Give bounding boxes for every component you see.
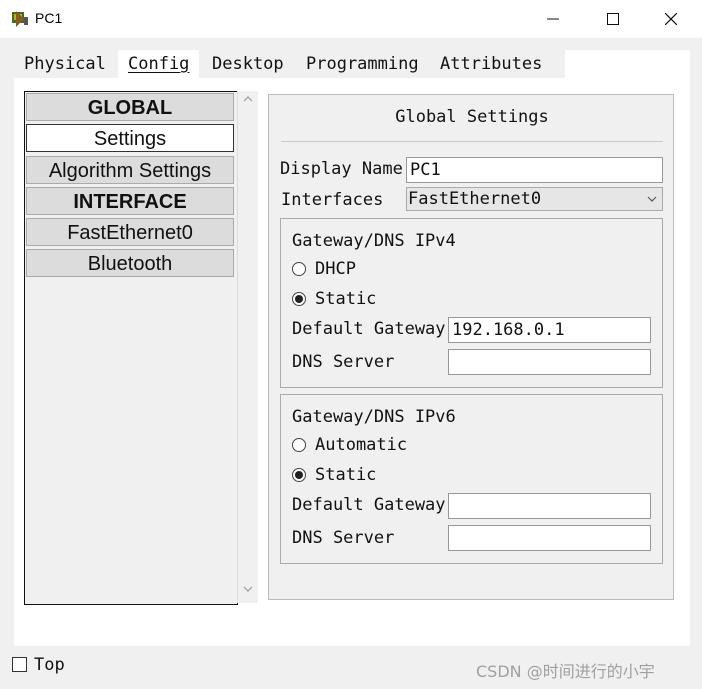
- ipv6-automatic-radio[interactable]: [292, 438, 306, 452]
- ipv4-group-title: Gateway/DNS IPv4: [292, 231, 456, 251]
- window-title: PC1: [35, 10, 63, 26]
- title-bar: PC1: [0, 0, 702, 38]
- tab-physical[interactable]: Physical: [14, 50, 116, 78]
- nav-header-global: GLOBAL: [26, 93, 234, 121]
- pc-app-icon: [12, 11, 28, 27]
- ipv4-gateway-field[interactable]: 192.168.0.1: [448, 317, 651, 343]
- ipv4-static-label[interactable]: Static: [315, 289, 376, 309]
- interfaces-label: Interfaces: [281, 190, 384, 210]
- ipv6-automatic-label[interactable]: Automatic: [315, 435, 407, 455]
- ipv4-dhcp-label[interactable]: DHCP: [315, 259, 356, 279]
- ipv4-static-radio[interactable]: [292, 292, 306, 306]
- display-name-label: Display Name: [280, 159, 403, 179]
- ipv6-dns-label: DNS Server: [292, 528, 395, 548]
- ipv4-dns-label: DNS Server: [292, 352, 395, 372]
- tab-strip-filler: [565, 50, 690, 78]
- scroll-down-icon[interactable]: [238, 583, 258, 601]
- ipv4-dns-field[interactable]: [448, 349, 651, 375]
- ipv6-gateway-label: Default Gateway: [292, 495, 446, 515]
- ipv4-gateway-label: Default Gateway: [292, 319, 446, 339]
- minimize-button[interactable]: [530, 0, 576, 38]
- tab-desktop[interactable]: Desktop: [202, 50, 294, 78]
- global-settings-panel: Global Settings Display Name PC1 Interfa…: [268, 94, 674, 600]
- ipv4-dhcp-radio[interactable]: [292, 262, 306, 276]
- close-icon: [665, 13, 677, 25]
- nav-item-algorithm-settings[interactable]: Algorithm Settings: [26, 156, 234, 184]
- panel-title: Global Settings: [395, 107, 549, 127]
- display-name-field[interactable]: PC1: [406, 157, 663, 183]
- ipv4-group: Gateway/DNS IPv4 DHCP Static Default Gat…: [280, 218, 663, 388]
- nav-item-settings[interactable]: Settings: [26, 124, 234, 152]
- watermark-text: CSDN @时间进行的小宇: [476, 662, 655, 681]
- config-nav-list: GLOBAL Settings Algorithm Settings INTER…: [24, 91, 238, 605]
- ipv6-group: Gateway/DNS IPv6 Automatic Static Defaul…: [280, 394, 663, 564]
- nav-item-bluetooth[interactable]: Bluetooth: [26, 249, 234, 277]
- tab-bar: Physical Config Desktop Programming Attr…: [14, 50, 690, 78]
- chevron-down-icon: [646, 188, 658, 217]
- maximize-icon: [607, 13, 619, 25]
- interfaces-select-value: FastEthernet0: [408, 189, 542, 209]
- close-button[interactable]: [648, 0, 694, 38]
- tab-config[interactable]: Config: [118, 50, 200, 78]
- nav-scrollbar[interactable]: [237, 91, 258, 603]
- ipv6-group-title: Gateway/DNS IPv6: [292, 407, 456, 427]
- nav-header-interface: INTERFACE: [26, 187, 234, 215]
- nav-item-fastethernet0[interactable]: FastEthernet0: [26, 218, 234, 246]
- ipv6-gateway-field[interactable]: [448, 493, 651, 519]
- tab-programming[interactable]: Programming: [296, 50, 429, 78]
- interfaces-select[interactable]: FastEthernet0: [406, 187, 663, 211]
- top-checkbox[interactable]: [12, 657, 27, 672]
- scroll-up-icon[interactable]: [238, 93, 258, 111]
- ipv6-static-radio[interactable]: [292, 468, 306, 482]
- minimize-icon: [547, 18, 559, 20]
- panel-divider: [281, 141, 663, 142]
- top-checkbox-label[interactable]: Top: [34, 655, 65, 675]
- ipv6-static-label[interactable]: Static: [315, 465, 376, 485]
- tab-attributes[interactable]: Attributes: [430, 50, 553, 78]
- ipv6-dns-field[interactable]: [448, 525, 651, 551]
- maximize-button[interactable]: [590, 0, 636, 38]
